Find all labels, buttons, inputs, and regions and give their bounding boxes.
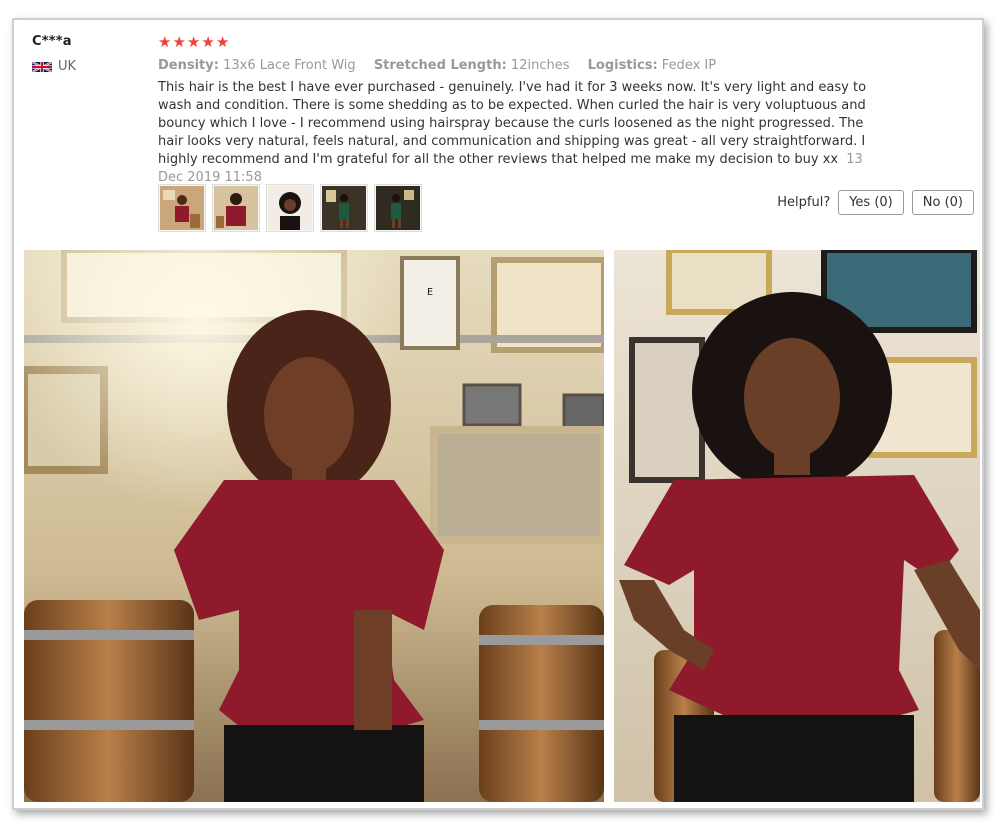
star-icon: ★ bbox=[215, 33, 230, 51]
review-card: C***a UK ★ ★ ★ ★ ★ Density: 13x6 Lace Fr… bbox=[12, 18, 984, 810]
helpful-yes-button[interactable]: Yes (0) bbox=[838, 190, 904, 215]
reviewer-country: UK bbox=[32, 59, 142, 74]
star-rating: ★ ★ ★ ★ ★ bbox=[158, 34, 898, 50]
thumbnail-3[interactable] bbox=[266, 184, 314, 232]
star-icon: ★ bbox=[186, 33, 201, 51]
star-icon: ★ bbox=[172, 33, 186, 51]
review-thumbnails bbox=[158, 184, 422, 232]
thumbnail-5[interactable] bbox=[374, 184, 422, 232]
length-value: 12inches bbox=[510, 58, 570, 73]
uk-flag-icon bbox=[32, 60, 52, 73]
review-photo-2[interactable] bbox=[614, 250, 980, 802]
review-text-block: This hair is the best I have ever purcha… bbox=[158, 79, 884, 187]
country-label: UK bbox=[58, 59, 77, 74]
density-label: Density: bbox=[158, 58, 219, 73]
review-body: ★ ★ ★ ★ ★ Density: 13x6 Lace Front Wig S… bbox=[158, 34, 898, 187]
review-text: This hair is the best I have ever purcha… bbox=[158, 80, 867, 167]
review-photo-1[interactable]: E bbox=[24, 250, 604, 802]
logistics-value: Fedex IP bbox=[661, 58, 717, 73]
thumbnail-1[interactable] bbox=[158, 184, 206, 232]
product-attributes: Density: 13x6 Lace Front Wig Stretched L… bbox=[158, 58, 898, 73]
star-icon: ★ bbox=[158, 33, 172, 51]
helpful-controls: Helpful? Yes (0) No (0) bbox=[777, 190, 974, 215]
reviewer-info: C***a UK bbox=[32, 34, 142, 74]
helpful-label: Helpful? bbox=[777, 195, 831, 210]
logistics-label: Logistics: bbox=[587, 58, 658, 73]
thumbnail-4[interactable] bbox=[320, 184, 368, 232]
helpful-no-button[interactable]: No (0) bbox=[911, 190, 974, 215]
length-label: Stretched Length: bbox=[373, 58, 507, 73]
star-icon: ★ bbox=[201, 33, 215, 51]
thumbnail-2[interactable] bbox=[212, 184, 260, 232]
reviewer-name: C***a bbox=[32, 34, 72, 49]
density-value: 13x6 Lace Front Wig bbox=[223, 58, 356, 73]
